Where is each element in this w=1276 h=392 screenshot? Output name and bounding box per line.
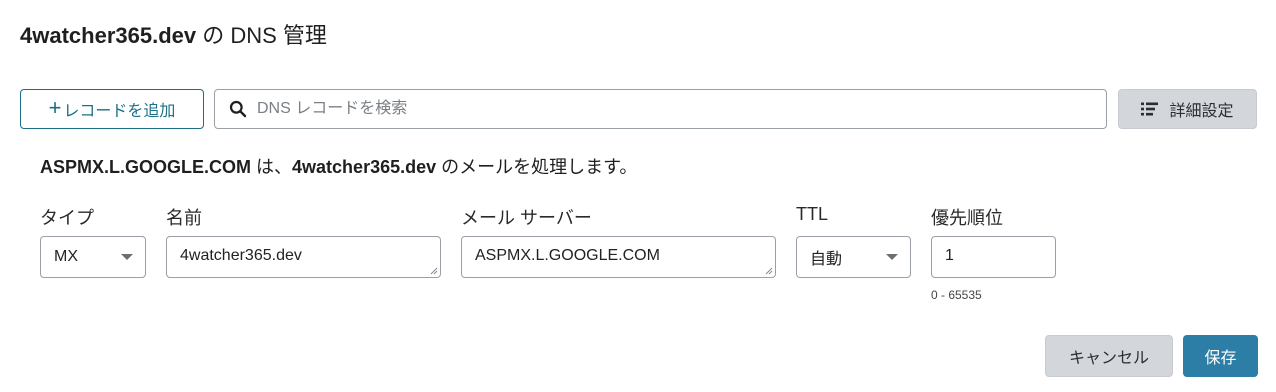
name-label: 名前: [166, 208, 202, 228]
resize-grip-icon[interactable]: [765, 267, 773, 275]
name-field[interactable]: 4watcher365.dev: [166, 236, 441, 278]
search-icon: [229, 100, 247, 118]
mail-server-name: ASPMX.L.GOOGLE.COM: [40, 157, 252, 177]
advanced-settings-label: 詳細設定: [1169, 103, 1234, 120]
chevron-down-icon: [121, 254, 133, 260]
save-button[interactable]: 保存: [1183, 335, 1258, 377]
type-select[interactable]: MX: [40, 236, 146, 278]
ttl-value: 自動: [810, 251, 843, 268]
advanced-settings-button[interactable]: 詳細設定: [1118, 89, 1257, 129]
priority-value: 1: [945, 247, 954, 264]
add-record-label: レコードを追加: [63, 103, 176, 120]
type-value: MX: [54, 248, 78, 265]
mail-server-field[interactable]: ASPMX.L.GOOGLE.COM: [461, 236, 776, 278]
search-box[interactable]: [214, 89, 1107, 129]
title-domain: 4watcher365.dev: [20, 23, 197, 48]
ttl-label: TTL: [796, 204, 829, 224]
title-suffix: の DNS 管理: [196, 23, 327, 48]
message-part-2: のメールを処理します。: [436, 157, 638, 177]
list-settings-icon: [1141, 102, 1159, 116]
message-part-1: は、: [251, 157, 293, 177]
chevron-down-icon: [886, 254, 898, 260]
resize-grip-icon[interactable]: [430, 267, 438, 275]
cancel-button[interactable]: キャンセル: [1045, 335, 1173, 377]
plus-icon: +: [48, 95, 62, 120]
mail-server-label: メール サーバー: [461, 208, 592, 228]
add-record-button[interactable]: + レコードを追加: [20, 89, 204, 129]
type-label: タイプ: [40, 208, 94, 228]
message-domain: 4watcher365.dev: [292, 157, 437, 177]
priority-range-hint: 0 - 65535: [931, 288, 982, 302]
mail-server-value: ASPMX.L.GOOGLE.COM: [475, 247, 660, 264]
mail-handling-message: ASPMX.L.GOOGLE.COM は、4watcher365.dev のメー…: [40, 153, 637, 179]
search-input[interactable]: [255, 99, 1079, 119]
page-title: 4watcher365.dev の DNS 管理: [20, 18, 327, 50]
name-value: 4watcher365.dev: [180, 247, 302, 264]
priority-label: 優先順位: [931, 208, 1003, 228]
priority-field[interactable]: 1: [931, 236, 1056, 278]
ttl-select[interactable]: 自動: [796, 236, 911, 278]
